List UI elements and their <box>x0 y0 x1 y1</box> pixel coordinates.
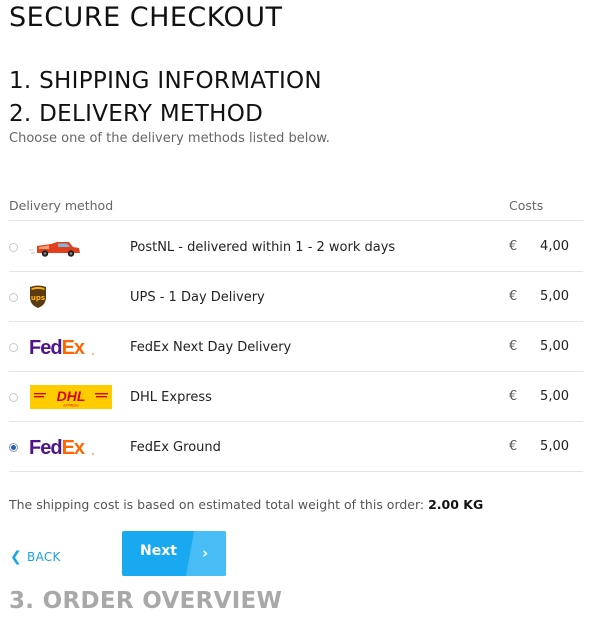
back-button[interactable]: ❮ BACK <box>10 549 61 565</box>
radio-ups[interactable] <box>9 293 18 302</box>
delivery-option-fedex-ground[interactable]: FedEx FedEx Ground € 5,00 <box>9 422 583 472</box>
step-order-overview: 3. ORDER OVERVIEW <box>9 588 283 614</box>
shipping-cost-note: The shipping cost is based on estimated … <box>9 497 483 512</box>
step-shipping-information[interactable]: 1. SHIPPING INFORMATION <box>9 68 322 94</box>
delivery-option-dhl-express[interactable]: DHL EXPRESS DHL Express € 5,00 <box>9 372 583 422</box>
delivery-option-label: DHL Express <box>130 390 212 405</box>
currency-symbol: € <box>509 389 518 404</box>
delivery-option-fedex-next-day[interactable]: FedEx FedEx Next Day Delivery € 5,00 <box>9 322 583 372</box>
currency-symbol: € <box>509 239 518 254</box>
next-arrow-panel: › <box>186 531 226 576</box>
svg-text:DHL: DHL <box>57 388 86 404</box>
delivery-price: 5,00 <box>540 439 569 454</box>
currency-symbol: € <box>509 289 518 304</box>
step-delivery-method: 2. DELIVERY METHOD <box>9 101 264 127</box>
delivery-price: 5,00 <box>540 339 569 354</box>
delivery-option-label: FedEx Ground <box>130 440 221 455</box>
chevron-right-icon: › <box>202 544 209 562</box>
delivery-method-instructions: Choose one of the delivery methods liste… <box>9 131 330 146</box>
ups-logo-text: ups <box>31 294 45 302</box>
svg-text:FedEx: FedEx <box>29 437 85 459</box>
page-title: SECURE CHECKOUT <box>9 2 283 33</box>
next-label: Next <box>140 543 177 559</box>
back-label: BACK <box>27 550 61 564</box>
delivery-option-ups[interactable]: ups UPS - 1 Day Delivery € 5,00 <box>9 272 583 322</box>
delivery-price: 5,00 <box>540 389 569 404</box>
delivery-option-label: FedEx Next Day Delivery <box>130 340 292 355</box>
radio-postnl[interactable] <box>9 243 18 252</box>
currency-symbol: € <box>509 339 518 354</box>
svg-text:FedEx: FedEx <box>29 337 85 359</box>
delivery-option-label: PostNL - delivered within 1 - 2 work day… <box>130 240 396 255</box>
postnl-van-icon <box>29 234 119 260</box>
delivery-option-postnl[interactable]: PostNL - delivered within 1 - 2 work day… <box>9 222 583 272</box>
order-weight: 2.00 KG <box>428 497 484 512</box>
delivery-table-header: Delivery method Costs <box>9 198 583 221</box>
delivery-price: 4,00 <box>540 239 569 254</box>
radio-fedex-next-day[interactable] <box>9 343 18 352</box>
next-button[interactable]: Next › <box>122 531 226 576</box>
radio-dhl-express[interactable] <box>9 393 18 402</box>
svg-text:EXPRESS: EXPRESS <box>63 404 79 408</box>
column-header-delivery-method: Delivery method <box>9 198 114 213</box>
currency-symbol: € <box>509 439 518 454</box>
dhl-logo: DHL EXPRESS <box>29 384 119 410</box>
ups-logo: ups <box>29 284 119 310</box>
column-header-costs: Costs <box>509 198 544 213</box>
fedex-logo: FedEx <box>29 434 119 460</box>
chevron-left-icon: ❮ <box>10 549 23 565</box>
fedex-logo: FedEx <box>29 334 119 360</box>
shipping-cost-note-text: The shipping cost is based on estimated … <box>9 497 429 512</box>
delivery-price: 5,00 <box>540 289 569 304</box>
delivery-option-label: UPS - 1 Day Delivery <box>130 290 265 305</box>
radio-fedex-ground-selected[interactable] <box>9 443 18 452</box>
